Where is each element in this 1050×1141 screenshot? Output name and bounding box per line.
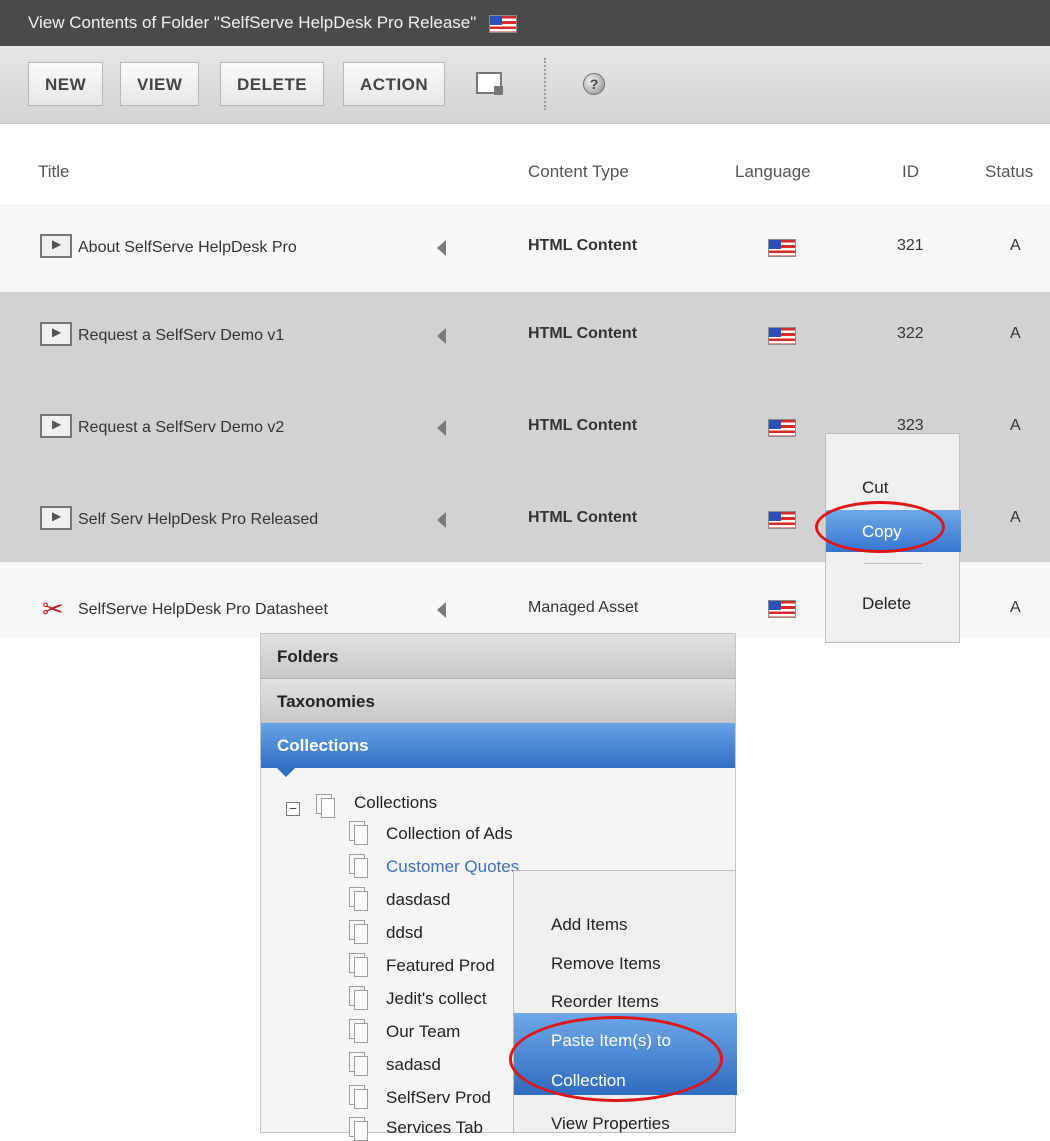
html-content-icon xyxy=(40,506,72,530)
html-content-icon xyxy=(40,414,72,438)
tree-item-selected[interactable]: Customer Quotes xyxy=(386,855,519,879)
collection-icon xyxy=(349,1019,368,1043)
column-language[interactable]: Language xyxy=(735,162,811,182)
collection-icon xyxy=(349,887,368,911)
window-title-bar: View Contents of Folder "SelfServe HelpD… xyxy=(0,0,1050,46)
new-button[interactable]: NEW xyxy=(28,62,104,106)
row-content-type: HTML Content xyxy=(528,417,638,434)
tree-item[interactable]: dasdasd xyxy=(386,888,450,912)
row-status: A xyxy=(1010,237,1021,254)
row-menu-arrow-icon[interactable] xyxy=(437,240,446,256)
column-content-type[interactable]: Content Type xyxy=(528,162,629,182)
row-menu-arrow-icon[interactable] xyxy=(437,512,446,528)
collection-icon xyxy=(349,1052,368,1076)
tree-item[interactable]: ddsd xyxy=(386,921,423,945)
menu-item-delete[interactable]: Delete xyxy=(862,594,911,614)
delete-button[interactable]: DELETE xyxy=(220,62,325,106)
row-title[interactable]: About SelfServe HelpDesk Pro xyxy=(78,238,297,258)
accordion-folders[interactable]: Folders xyxy=(261,634,735,679)
tree-root[interactable]: Collections xyxy=(354,791,437,815)
us-flag-icon xyxy=(768,239,796,257)
pdf-icon: ✂ xyxy=(42,594,64,624)
toolbar-separator xyxy=(544,58,546,110)
row-menu-arrow-icon[interactable] xyxy=(437,602,446,618)
menu-item-add-items[interactable]: Add Items xyxy=(551,915,628,935)
row-title[interactable]: SelfServe HelpDesk Pro Datasheet xyxy=(78,600,328,620)
us-flag-icon xyxy=(768,600,796,618)
row-id: 321 xyxy=(897,237,924,254)
collection-icon xyxy=(349,821,368,845)
collection-root-icon xyxy=(316,794,335,818)
row-status: A xyxy=(1010,325,1021,342)
collection-icon xyxy=(349,854,368,878)
row-title[interactable]: Request a SelfServ Demo v2 xyxy=(78,418,284,438)
row-status: A xyxy=(1010,417,1021,434)
table-row[interactable]: About SelfServe HelpDesk Pro HTML Conten… xyxy=(0,204,1050,294)
collection-icon xyxy=(349,1117,368,1141)
action-button[interactable]: ACTION xyxy=(343,62,446,106)
us-flag-icon xyxy=(489,14,518,33)
row-title[interactable]: Request a SelfServ Demo v1 xyxy=(78,326,284,346)
row-content-type: HTML Content xyxy=(528,325,638,342)
collection-icon xyxy=(349,986,368,1010)
table-header: Title Content Type Language ID Status xyxy=(0,124,1050,204)
toolbar: NEW VIEW DELETE ACTION ? xyxy=(0,46,1050,124)
column-id[interactable]: ID xyxy=(902,162,919,182)
tree-item[interactable]: Collection of Ads xyxy=(386,822,513,846)
menu-item-view-properties[interactable]: View Properties xyxy=(551,1114,670,1134)
window-title: View Contents of Folder "SelfServe HelpD… xyxy=(28,13,477,32)
menu-item-remove-items[interactable]: Remove Items xyxy=(551,954,661,974)
row-content-type: Managed Asset xyxy=(528,599,639,616)
row-status: A xyxy=(1010,599,1021,616)
html-content-icon xyxy=(40,234,72,258)
row-status: A xyxy=(1010,509,1021,526)
column-title[interactable]: Title xyxy=(38,162,70,182)
us-flag-icon xyxy=(768,327,796,345)
accordion-collections[interactable]: Collections xyxy=(261,723,735,777)
tree-item[interactable]: Our Team xyxy=(386,1020,460,1044)
menu-item-cut[interactable]: Cut xyxy=(862,478,888,498)
tree-item[interactable]: SelfServ Prod xyxy=(386,1086,491,1110)
menu-divider xyxy=(864,563,922,564)
annotation-ellipse-copy xyxy=(815,501,945,553)
collection-icon xyxy=(349,953,368,977)
table-row[interactable]: Request a SelfServ Demo v1 HTML Content … xyxy=(0,292,1050,382)
accordion-taxonomies[interactable]: Taxonomies xyxy=(261,679,735,724)
row-content-type: HTML Content xyxy=(528,509,638,526)
tree-item[interactable]: sadasd xyxy=(386,1053,441,1077)
tree-item[interactable]: Featured Prod xyxy=(386,954,495,978)
row-menu-arrow-icon[interactable] xyxy=(437,420,446,436)
row-menu-arrow-icon[interactable] xyxy=(437,328,446,344)
collection-icon xyxy=(349,920,368,944)
us-flag-icon xyxy=(768,511,796,529)
menu-item-reorder-items[interactable]: Reorder Items xyxy=(551,992,659,1012)
tree-item[interactable]: Jedit's collect xyxy=(386,987,487,1011)
row-content-type: HTML Content xyxy=(528,237,638,254)
row-title[interactable]: Self Serv HelpDesk Pro Released xyxy=(78,510,318,530)
html-content-icon xyxy=(40,322,72,346)
view-button[interactable]: VIEW xyxy=(120,62,200,106)
collapse-icon[interactable]: − xyxy=(286,802,300,816)
copy-window-icon[interactable] xyxy=(476,72,503,95)
tree-item[interactable]: Services Tab xyxy=(386,1116,483,1140)
help-icon[interactable]: ? xyxy=(583,73,605,95)
column-status[interactable]: Status xyxy=(985,162,1033,182)
annotation-ellipse-paste xyxy=(509,1016,723,1102)
row-id: 322 xyxy=(897,325,924,342)
us-flag-icon xyxy=(768,419,796,437)
collection-icon xyxy=(349,1085,368,1109)
